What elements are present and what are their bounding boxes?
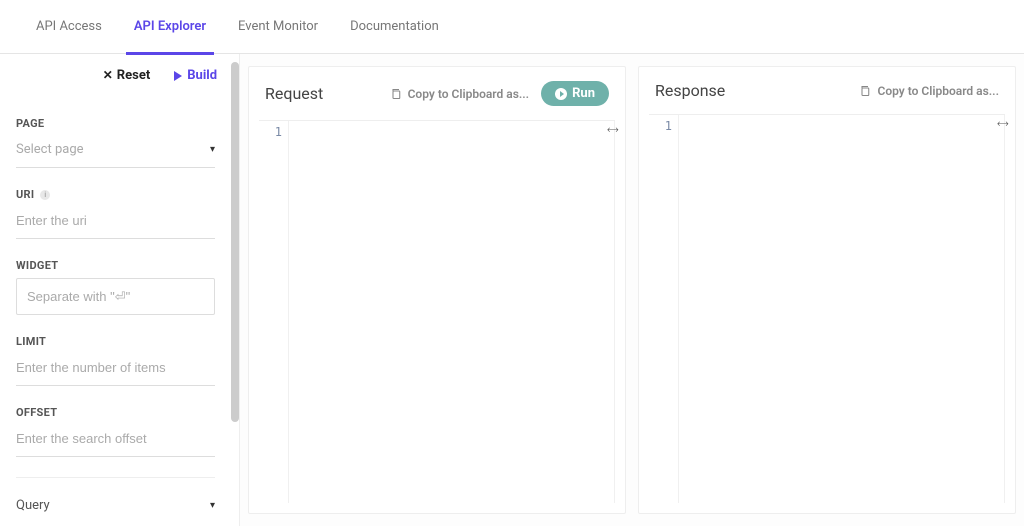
response-title: Response: [655, 81, 725, 100]
page-select-placeholder: Select page: [16, 142, 84, 157]
panels-area: Request Copy to Clipboard as... Run 1 ⤢: [240, 54, 1024, 526]
query-accordion[interactable]: Query ▾: [16, 477, 215, 525]
tab-documentation[interactable]: Documentation: [334, 0, 455, 54]
request-copy-label: Copy to Clipboard as...: [408, 87, 530, 101]
response-panel: Response Copy to Clipboard as... 1 ⤢: [638, 66, 1016, 514]
main-area: Reset Build PAGE Select page ▾ URI i: [0, 54, 1024, 526]
page-select[interactable]: Select page ▾: [16, 136, 215, 168]
offset-input[interactable]: [16, 425, 215, 457]
tab-api-explorer[interactable]: API Explorer: [118, 0, 222, 54]
request-panel: Request Copy to Clipboard as... Run 1 ⤢: [248, 66, 626, 514]
chevron-down-icon: ▾: [210, 500, 215, 511]
tab-event-monitor[interactable]: Event Monitor: [222, 0, 334, 54]
reset-button[interactable]: Reset: [103, 68, 151, 83]
limit-label: LIMIT: [16, 335, 215, 348]
request-line-gutter: 1: [259, 121, 289, 503]
copy-icon: [390, 88, 402, 100]
tabs-bar: API Access API Explorer Event Monitor Do…: [0, 0, 1024, 54]
uri-input[interactable]: [16, 207, 215, 239]
response-editor-body[interactable]: [679, 115, 1005, 503]
widget-input[interactable]: [16, 278, 215, 315]
info-icon[interactable]: i: [40, 190, 50, 200]
chevron-down-icon: ▾: [210, 144, 215, 155]
widget-label: WIDGET: [16, 259, 215, 272]
page-label: PAGE: [16, 117, 215, 130]
sidebar-scrollbar[interactable]: [231, 62, 239, 422]
request-title: Request: [265, 84, 323, 103]
build-label: Build: [187, 68, 217, 83]
uri-label-text: URI: [16, 188, 34, 201]
sidebar-actions: Reset Build: [0, 54, 231, 97]
uri-label: URI i: [16, 188, 215, 201]
response-editor[interactable]: 1 ⤢: [649, 114, 1005, 503]
response-line-gutter: 1: [649, 115, 679, 503]
query-accordion-label: Query: [16, 498, 50, 513]
close-icon: [103, 68, 113, 83]
request-copy-button[interactable]: Copy to Clipboard as...: [390, 87, 530, 101]
offset-label: OFFSET: [16, 406, 215, 419]
sidebar: Reset Build PAGE Select page ▾ URI i: [0, 54, 240, 526]
play-circle-icon: [555, 88, 567, 100]
response-copy-button[interactable]: Copy to Clipboard as...: [859, 84, 999, 98]
run-label: Run: [572, 86, 595, 101]
copy-icon: [859, 85, 871, 97]
build-button[interactable]: Build: [174, 68, 217, 83]
run-button[interactable]: Run: [541, 81, 609, 106]
request-editor[interactable]: 1 ⤢: [259, 120, 615, 503]
response-copy-label: Copy to Clipboard as...: [877, 84, 999, 98]
limit-input[interactable]: [16, 354, 215, 386]
play-icon: [174, 71, 182, 81]
reset-label: Reset: [117, 68, 150, 83]
tab-api-access[interactable]: API Access: [20, 0, 118, 54]
request-editor-body[interactable]: [289, 121, 615, 503]
